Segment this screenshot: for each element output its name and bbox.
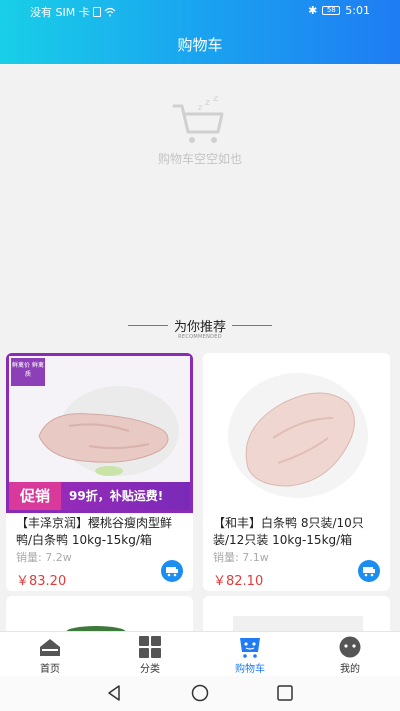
tab-label: 购物车 xyxy=(235,664,265,675)
svg-text:z: z xyxy=(213,96,218,104)
sim-icon xyxy=(92,7,101,17)
product-name[interactable]: 【丰泽京润】樱桃谷瘦肉型鲜鸭/白条鸭 10kg-15kg/箱 xyxy=(16,515,186,549)
product-image[interactable]: 鲜禽价 鲜禽质 促销 99折，补贴运费! xyxy=(6,353,193,513)
recommend-header: 为你推荐 RECOMMENDED xyxy=(0,316,400,344)
cart-icon xyxy=(166,567,178,577)
sales-label: 销量: xyxy=(16,551,42,564)
product-sales: 销量: 7.1w xyxy=(213,549,269,565)
tab-label: 分类 xyxy=(140,664,160,675)
recents-icon[interactable] xyxy=(276,684,294,702)
tab-label: 首页 xyxy=(40,664,60,675)
add-to-cart-button[interactable] xyxy=(358,560,380,582)
profile-icon xyxy=(339,636,361,658)
sales-label: 销量: xyxy=(213,551,239,564)
app-header: 没有 SIM 卡 ✱ 58 5:01 购物车 xyxy=(0,0,400,64)
corner-badge: 鲜禽价 鲜禽质 xyxy=(11,358,45,386)
product-card[interactable]: 【和丰】白条鸭 8只装/10只装/12只装 10kg-15kg/箱 销量: 7.… xyxy=(203,353,390,591)
tab-cart[interactable]: 购物车 xyxy=(200,632,300,677)
home-icon xyxy=(40,639,60,656)
bluetooth-icon: ✱ xyxy=(308,4,318,17)
product-price: ￥82.10 xyxy=(213,574,264,589)
promo-text: 99折，补贴运费! xyxy=(69,489,164,503)
carrier-text: 没有 SIM 卡 xyxy=(30,6,90,19)
home-circle-icon[interactable] xyxy=(191,684,209,702)
recommend-title: 为你推荐 xyxy=(173,320,226,335)
empty-cart-icon: z z z xyxy=(172,96,224,143)
product-image xyxy=(233,616,363,636)
tab-label: 我的 xyxy=(340,664,360,675)
empty-cart-message: 购物车空空如也 xyxy=(157,152,242,166)
sales-value: 7.2w xyxy=(45,551,72,564)
cart-icon xyxy=(363,567,375,577)
tab-profile[interactable]: 我的 xyxy=(300,632,400,677)
promo-banner: 促销 99折，补贴运费! xyxy=(9,482,190,510)
tab-home[interactable]: 首页 xyxy=(0,632,100,677)
battery-level: 58 xyxy=(326,6,336,14)
product-card[interactable] xyxy=(6,596,193,636)
product-card[interactable]: 鲜禽价 鲜禽质 促销 99折，补贴运费! 【丰泽京润】樱桃谷瘦肉型鲜鸭/白条鸭 … xyxy=(6,353,193,591)
svg-text:z: z xyxy=(205,98,210,108)
category-grid-icon xyxy=(139,636,161,658)
status-bar: 没有 SIM 卡 ✱ 58 5:01 xyxy=(0,0,400,22)
empty-cart-section: z z z 购物车空空如也 xyxy=(0,64,400,314)
promo-tag: 促销 xyxy=(9,482,61,510)
product-name[interactable]: 【和丰】白条鸭 8只装/10只装/12只装 10kg-15kg/箱 xyxy=(213,515,383,549)
product-image[interactable] xyxy=(203,353,390,513)
clock-text: 5:01 xyxy=(345,4,370,17)
product-sales: 销量: 7.2w xyxy=(16,549,72,565)
product-image xyxy=(66,626,126,636)
bottom-tab-bar: 首页 分类 购物车 我的 xyxy=(0,631,400,676)
sales-value: 7.1w xyxy=(242,551,269,564)
recommend-subtitle: RECOMMENDED xyxy=(178,334,222,340)
wifi-icon xyxy=(104,7,116,17)
product-price: ￥83.20 xyxy=(16,574,67,589)
battery-icon: 58 xyxy=(322,6,341,15)
cart-icon xyxy=(240,638,260,658)
back-icon[interactable] xyxy=(105,684,123,702)
duck-meat-image xyxy=(38,413,169,476)
product-card[interactable] xyxy=(203,596,390,636)
add-to-cart-button[interactable] xyxy=(161,560,183,582)
duck-meat-image xyxy=(245,392,355,487)
page-title: 购物车 xyxy=(177,36,223,54)
system-nav-bar xyxy=(0,676,400,711)
svg-text:z: z xyxy=(198,103,202,112)
tab-category[interactable]: 分类 xyxy=(100,632,200,677)
